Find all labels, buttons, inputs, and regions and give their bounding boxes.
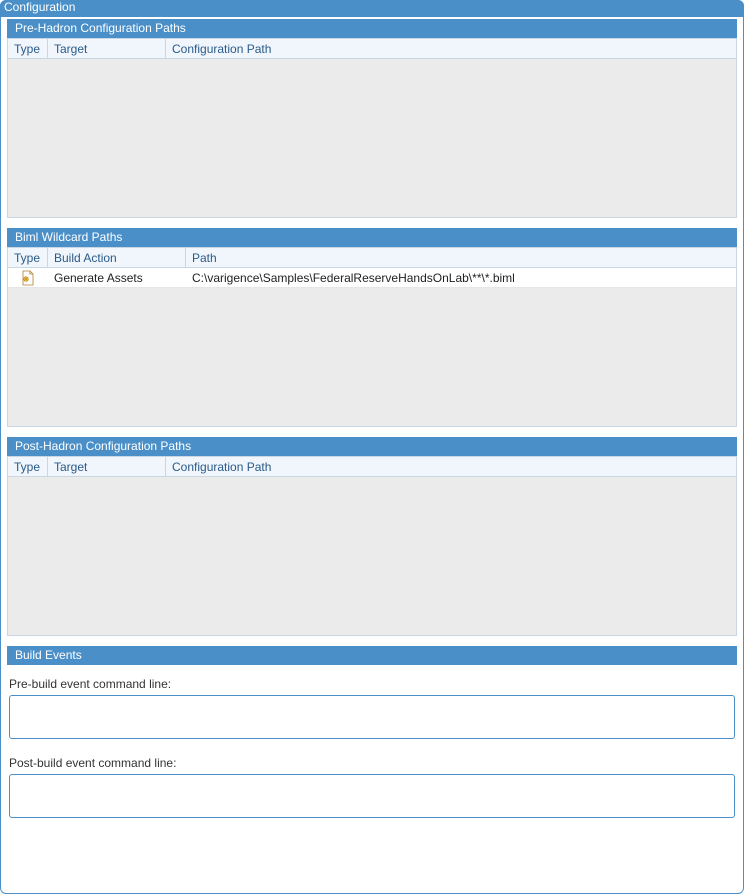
table-row[interactable]: Generate Assets C:\varigence\Samples\Fed… (8, 268, 736, 288)
section-biml-wildcard: Biml Wildcard Paths Type Build Action Pa… (7, 228, 737, 427)
col-header-configuration-path[interactable]: Configuration Path (166, 457, 736, 476)
configuration-panel: Configuration Pre-Hadron Configuration P… (0, 0, 744, 894)
row-path: C:\varigence\Samples\FederalReserveHands… (186, 268, 736, 287)
section-pre-hadron: Pre-Hadron Configuration Paths Type Targ… (7, 19, 737, 218)
col-header-target[interactable]: Target (48, 457, 166, 476)
section-post-hadron: Post-Hadron Configuration Paths Type Tar… (7, 437, 737, 636)
table-header-row: Type Build Action Path (8, 248, 736, 268)
pre-build-label: Pre-build event command line: (9, 677, 735, 691)
section-header-post-hadron: Post-Hadron Configuration Paths (7, 437, 737, 456)
pre-hadron-table[interactable]: Type Target Configuration Path (7, 38, 737, 218)
row-build-action: Generate Assets (48, 268, 186, 287)
panel-title: Configuration (0, 0, 744, 17)
table-header-row: Type Target Configuration Path (8, 39, 736, 59)
table-header-row: Type Target Configuration Path (8, 457, 736, 477)
col-header-target[interactable]: Target (48, 39, 166, 58)
col-header-path[interactable]: Path (186, 248, 736, 267)
col-header-configuration-path[interactable]: Configuration Path (166, 39, 736, 58)
col-header-type[interactable]: Type (8, 248, 48, 267)
post-build-label: Post-build event command line: (9, 756, 735, 770)
section-header-pre-hadron: Pre-Hadron Configuration Paths (7, 19, 737, 38)
row-type-icon-cell (8, 268, 48, 287)
section-build-events: Build Events Pre-build event command lin… (7, 646, 737, 821)
post-build-command-input[interactable] (9, 774, 735, 818)
section-header-biml-wildcard: Biml Wildcard Paths (7, 228, 737, 247)
biml-file-icon (20, 270, 36, 286)
biml-wildcard-table[interactable]: Type Build Action Path (7, 247, 737, 427)
col-header-build-action[interactable]: Build Action (48, 248, 186, 267)
col-header-type[interactable]: Type (8, 457, 48, 476)
pre-build-command-input[interactable] (9, 695, 735, 739)
post-hadron-table[interactable]: Type Target Configuration Path (7, 456, 737, 636)
col-header-type[interactable]: Type (8, 39, 48, 58)
section-header-build-events: Build Events (7, 646, 737, 665)
